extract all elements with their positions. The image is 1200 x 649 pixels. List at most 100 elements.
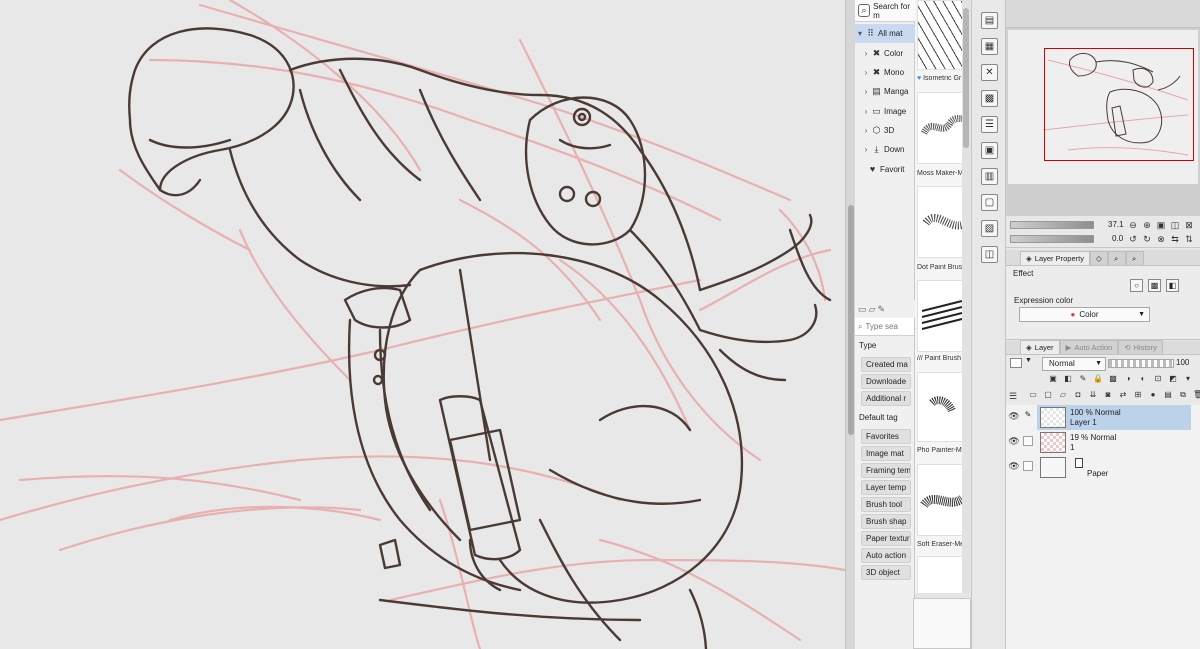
frame-icon[interactable]: ▣ [981, 142, 998, 159]
tree-item-3d[interactable]: › ⬡ 3D [855, 121, 915, 140]
tab-sub-tool[interactable]: ◇ [1089, 251, 1108, 265]
reset-rotation-icon[interactable]: ⊗ [1156, 234, 1166, 244]
tree-item-download[interactable]: › ⤓ Down [855, 140, 915, 159]
canvas-scrollbar[interactable] [845, 0, 855, 649]
canvas-scroll-thumb[interactable] [848, 205, 854, 435]
reset-icon[interactable]: ⊠ [1184, 220, 1194, 230]
tree-item-manga[interactable]: › ▤ Manga [855, 82, 915, 101]
tag-framing-template[interactable]: Framing tem [861, 463, 911, 478]
reference-layer-icon[interactable]: ▤ [1163, 390, 1173, 400]
tab-search[interactable]: ⌕ [1107, 251, 1126, 265]
close-x-icon[interactable]: ✕ [981, 64, 998, 81]
mask-apply-icon[interactable]: ◙ [1103, 390, 1113, 400]
tab-history[interactable]: ⟲ History [1118, 340, 1163, 354]
blend-mode-select[interactable]: Normal ▼ [1042, 357, 1106, 371]
layer-mask-icon[interactable]: ◘ [1073, 390, 1083, 400]
palette-icon[interactable]: ◐ [1138, 374, 1148, 384]
merge-down-icon[interactable]: ⇊ [1088, 390, 1098, 400]
layer-row[interactable]: 👁 Paper [1006, 455, 1200, 480]
tab-auto-action[interactable]: ▶ Auto Action [1059, 340, 1119, 354]
tab-layer-search[interactable]: ⌕ [1125, 251, 1144, 265]
border-effect-icon[interactable]: ○ [1130, 279, 1143, 292]
tag-search-field[interactable]: ⌕ Type sea [855, 318, 914, 336]
new-folder-icon[interactable]: ▱ [1058, 390, 1068, 400]
chevron-down-icon[interactable]: ▼ [1025, 357, 1032, 364]
tag-3d-object[interactable]: 3D object [861, 565, 911, 580]
reference-icon[interactable]: ◧ [1063, 374, 1073, 384]
tree-item-favorites[interactable]: ♥ Favorit [855, 160, 915, 179]
layer-panel-icon[interactable]: ▤ [981, 12, 998, 29]
layer-row-body[interactable]: Paper [1037, 455, 1191, 480]
tag-created[interactable]: Created ma [861, 357, 911, 372]
ruler-icon[interactable]: ⊡ [1153, 374, 1163, 384]
new-vector-layer-icon[interactable]: ▢ [1043, 390, 1053, 400]
drawing-canvas[interactable] [0, 0, 845, 649]
new-folder-icon[interactable]: ▭ [858, 304, 867, 315]
panel-icon[interactable]: ▢ [981, 194, 998, 211]
transfer-icon[interactable]: ⇄ [1118, 390, 1128, 400]
tag-brush-tool[interactable]: Brush tool [861, 497, 911, 512]
list-icon[interactable]: ☰ [981, 116, 998, 133]
flip-horizontal-icon[interactable]: ⇆ [1170, 234, 1180, 244]
opacity-slider[interactable] [1108, 359, 1174, 368]
tag-auto-action[interactable]: Auto action [861, 548, 911, 563]
tag-downloaded[interactable]: Downloade [861, 374, 911, 389]
tree-item-all-materials[interactable]: ▾ ⠿ All mat [855, 24, 915, 43]
lock-icon[interactable]: 🔒 [1093, 374, 1103, 384]
copy-icon[interactable]: ▥ [981, 168, 998, 185]
zoom-slider[interactable] [1010, 221, 1094, 229]
layer-row-body[interactable]: 100 % Normal Layer 1 [1037, 405, 1191, 430]
duplicate-icon[interactable]: ⧉ [1178, 390, 1188, 400]
camera-icon[interactable]: ◫ [981, 246, 998, 263]
tab-layer[interactable]: ◈ Layer [1020, 340, 1060, 354]
fit-window-icon[interactable]: ◫ [1170, 220, 1180, 230]
chevron-down-icon[interactable]: ▾ [1183, 374, 1193, 384]
eye-icon[interactable]: 👁 [1008, 411, 1020, 422]
expression-color-select[interactable]: ● Color ▼ [1019, 307, 1150, 322]
layer-checkbox[interactable] [1023, 436, 1033, 446]
rotate-left-icon[interactable]: ↺ [1128, 234, 1138, 244]
draft-icon[interactable]: ✎ [1078, 374, 1088, 384]
tone-effect-icon[interactable]: ▩ [1148, 279, 1161, 292]
tag-paper-texture[interactable]: Paper textur [861, 531, 911, 546]
eye-icon[interactable]: 👁 [1008, 461, 1020, 472]
material-search-row[interactable]: ⌕ Search for m [855, 0, 915, 22]
zoom-out-icon[interactable]: ⊖ [1128, 220, 1138, 230]
thumbnail-icon[interactable]: ▦ [981, 38, 998, 55]
edit-icon[interactable]: ✎ [877, 304, 885, 315]
rotate-right-icon[interactable]: ↻ [1142, 234, 1152, 244]
layer-color-icon[interactable]: ◩ [1168, 374, 1178, 384]
panel-menu-icon[interactable]: ☰ [1009, 391, 1019, 401]
trash-icon[interactable]: 🗑 [1193, 390, 1200, 400]
tag-image-material[interactable]: Image mat [861, 446, 911, 461]
tree-item-image[interactable]: › ▭ Image [855, 102, 915, 121]
material-list-scrollbar[interactable] [962, 0, 970, 593]
tag-additional[interactable]: Additional r [861, 391, 911, 406]
navigator-view-frame[interactable] [1044, 48, 1194, 161]
layer-row[interactable]: 👁 19 % Normal 1 [1006, 430, 1200, 455]
fit-icon[interactable]: ▣ [1156, 220, 1166, 230]
combine-icon[interactable]: ⊞ [1133, 390, 1143, 400]
tag-layer-template[interactable]: Layer temp [861, 480, 911, 495]
eye-icon[interactable]: 👁 [1008, 436, 1020, 447]
tree-item-color[interactable]: › ✖ Color [855, 44, 915, 63]
grid-icon[interactable]: ▩ [981, 90, 998, 107]
layer-row-body[interactable]: 19 % Normal 1 [1037, 430, 1191, 455]
pen-edit-icon[interactable]: ✎ [1023, 411, 1033, 421]
new-raster-layer-icon[interactable]: ▭ [1028, 390, 1038, 400]
table-icon[interactable]: ▧ [981, 220, 998, 237]
material-scroll-thumb[interactable] [963, 8, 969, 148]
tag-brush-shape[interactable]: Brush shap [861, 514, 911, 529]
rotation-slider[interactable] [1010, 235, 1094, 243]
mask-icon[interactable]: ◑ [1123, 374, 1133, 384]
flip-vertical-icon[interactable]: ⇅ [1184, 234, 1194, 244]
folder-icon[interactable]: ▱ [869, 304, 876, 315]
zoom-in-icon[interactable]: ⊕ [1142, 220, 1152, 230]
layer-checkbox[interactable] [1023, 461, 1033, 471]
tag-favorites[interactable]: Favorites [861, 429, 911, 444]
tree-item-mono[interactable]: › ✖ Mono [855, 63, 915, 82]
layer-color-icon[interactable]: ◧ [1166, 279, 1179, 292]
layer-row[interactable]: 👁 ✎ 100 % Normal Layer 1 [1006, 405, 1200, 430]
lock-transparency-icon[interactable]: ▩ [1108, 374, 1118, 384]
clip-icon[interactable]: ▣ [1048, 374, 1058, 384]
